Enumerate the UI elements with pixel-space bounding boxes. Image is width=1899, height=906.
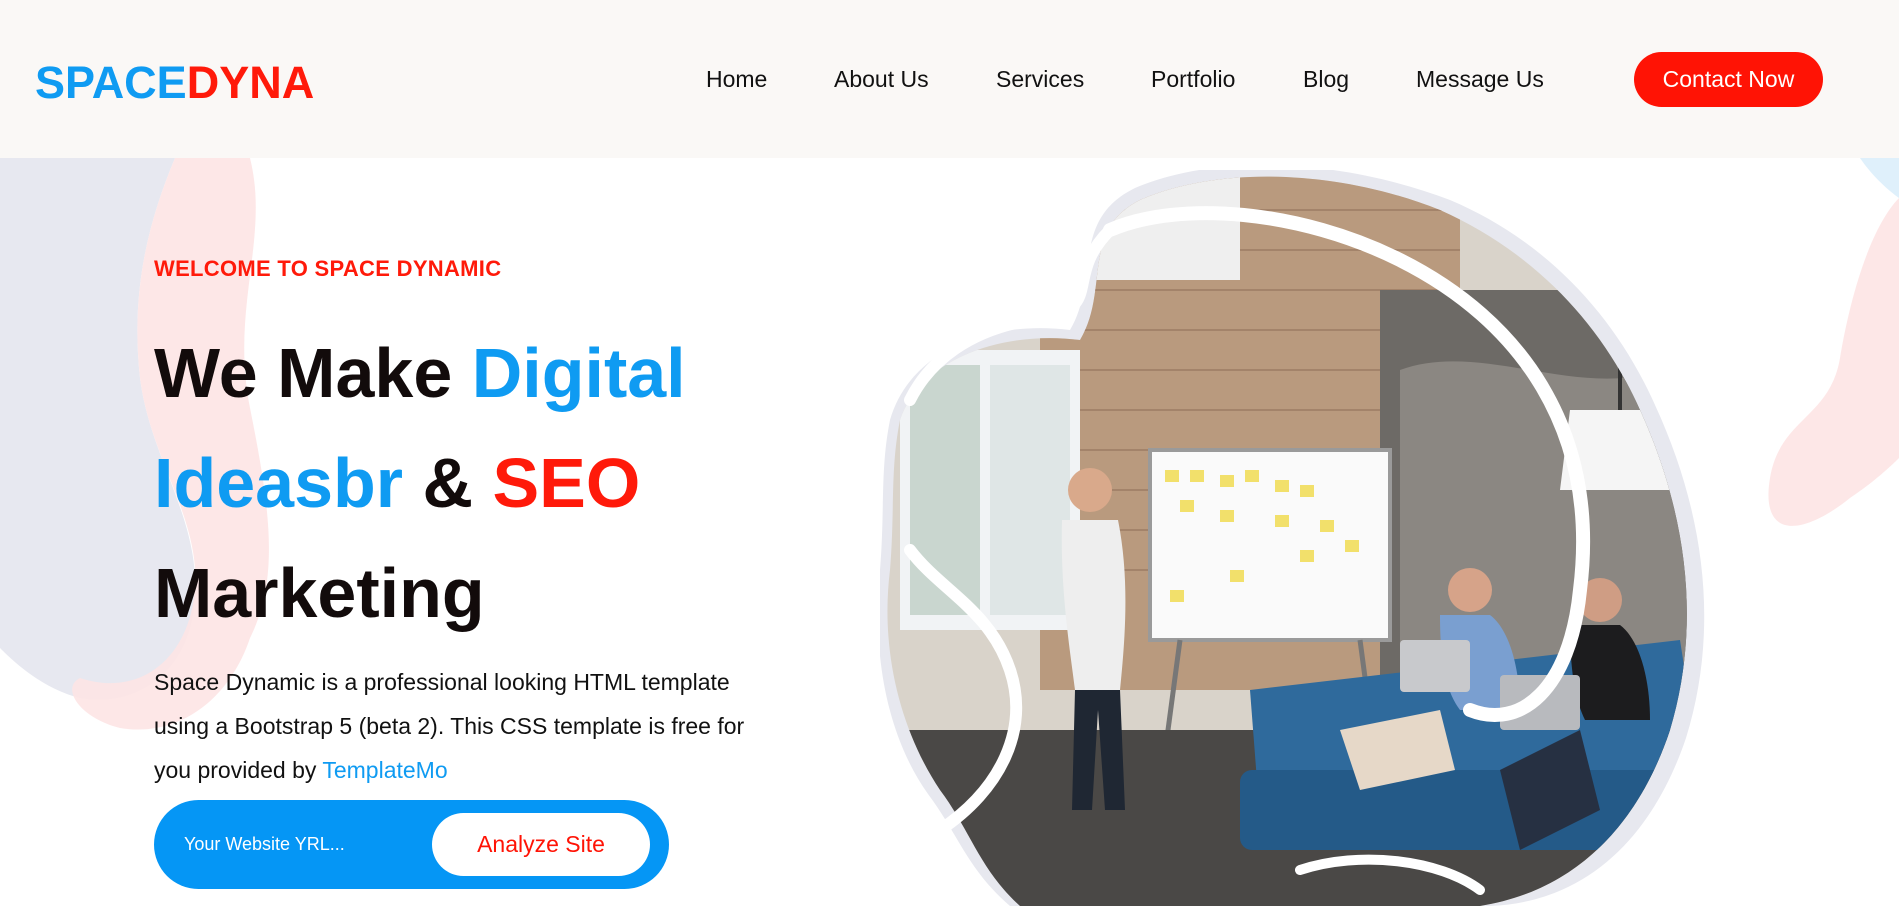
headline-highlight-seo: SEO bbox=[492, 444, 641, 522]
nav-home[interactable]: Home bbox=[706, 62, 767, 96]
nav-blog[interactable]: Blog bbox=[1303, 62, 1349, 96]
contact-now-button[interactable]: Contact Now bbox=[1634, 52, 1823, 107]
nav-about-us[interactable]: About Us bbox=[834, 62, 929, 96]
headline-line-2: Ideasbr & SEO bbox=[154, 428, 774, 538]
nav-services[interactable]: Services bbox=[996, 62, 1084, 96]
headline-text: We Make bbox=[154, 334, 472, 412]
main-nav: Home About Us Services Portfolio Blog Me… bbox=[0, 62, 1899, 96]
website-url-input[interactable] bbox=[184, 822, 424, 866]
headline-highlight-ideas: Ideasbr bbox=[154, 444, 403, 522]
templatemo-link[interactable]: TemplateMo bbox=[322, 757, 447, 783]
site-header: SPACEDYNA Home About Us Services Portfol… bbox=[0, 0, 1899, 158]
analyze-form: Analyze Site bbox=[154, 800, 669, 889]
hero-subtitle: WELCOME TO SPACE DYNAMIC bbox=[154, 256, 502, 281]
headline-line-3: Marketing bbox=[154, 554, 485, 632]
team-meeting-illustration bbox=[880, 170, 1705, 906]
nav-message-us[interactable]: Message Us bbox=[1416, 62, 1544, 96]
description-text: Space Dynamic is a professional looking … bbox=[154, 669, 745, 783]
nav-portfolio[interactable]: Portfolio bbox=[1151, 62, 1235, 96]
headline-highlight-digital: Digital bbox=[471, 334, 686, 412]
headline-line-1: We Make Digital bbox=[154, 318, 774, 428]
headline-text: & bbox=[403, 444, 493, 522]
analyze-site-button[interactable]: Analyze Site bbox=[432, 813, 650, 876]
hero-headline: We Make Digital Ideasbr & SEO Marketing bbox=[154, 318, 774, 648]
hero-description: Space Dynamic is a professional looking … bbox=[154, 660, 774, 792]
